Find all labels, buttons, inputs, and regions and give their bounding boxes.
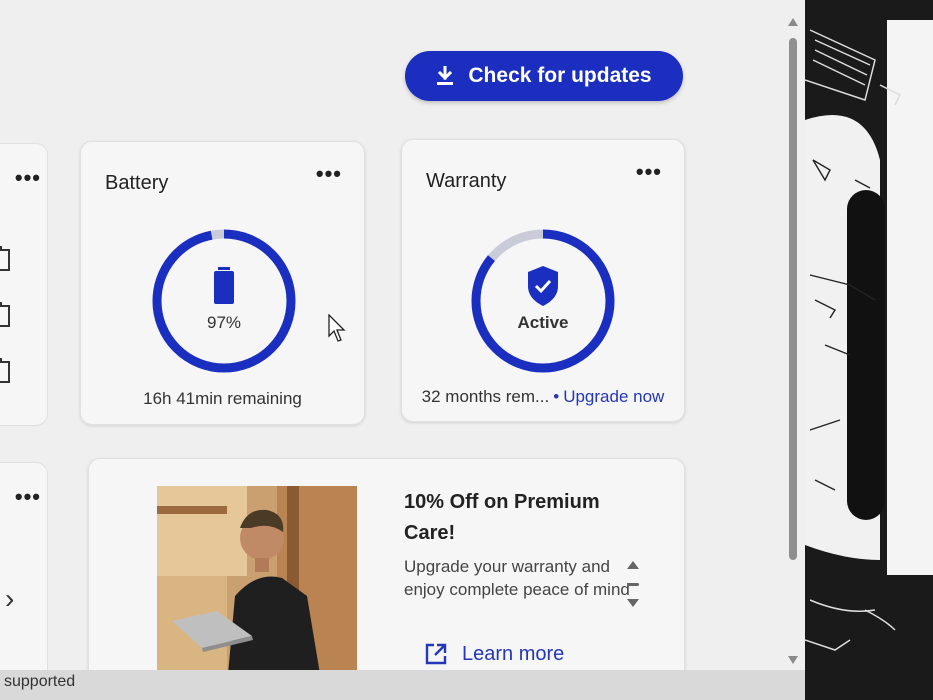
more-options-icon[interactable]: ••• — [15, 167, 41, 189]
battery-card: Battery ••• 97% 16h 41min remaining — [80, 141, 365, 425]
arrow-down-icon[interactable] — [627, 599, 639, 607]
warranty-gauge: Active — [468, 226, 618, 376]
learn-more-link[interactable]: Learn more — [424, 642, 564, 666]
battery-gauge: 97% — [149, 226, 299, 376]
learn-more-label: Learn more — [462, 642, 565, 665]
background-diagram — [804, 20, 933, 651]
check-for-updates-button[interactable]: Check for updates — [405, 51, 683, 101]
promo-photo — [157, 486, 357, 670]
warranty-status: Active — [517, 313, 569, 332]
status-bar: supported — [0, 670, 805, 700]
partial-card-left-bottom: ••• › — [0, 462, 48, 670]
shield-check-icon — [528, 266, 558, 306]
battery-remaining: 16h 41min remaining — [143, 389, 302, 408]
scroll-down-icon[interactable] — [788, 656, 798, 664]
battery-title: Battery — [105, 172, 169, 194]
warranty-title: Warranty — [426, 170, 507, 192]
chevron-right-icon[interactable]: › — [5, 583, 14, 615]
scrollbar-thumb[interactable] — [789, 38, 797, 560]
check-for-updates-label: Check for updates — [468, 64, 652, 87]
mouse-cursor-icon — [328, 314, 346, 342]
warranty-separator: • — [553, 387, 560, 406]
promo-body: Upgrade your warranty and enjoy complete… — [404, 557, 630, 599]
warranty-card: Warranty ••• Active 32 months rem... • Upg… — [401, 139, 685, 422]
pager-dot — [627, 583, 639, 586]
promo-pager[interactable] — [626, 559, 640, 611]
vertical-scrollbar[interactable] — [786, 16, 800, 670]
scroll-up-icon[interactable] — [788, 18, 798, 26]
device-icon — [0, 246, 10, 383]
battery-icon — [214, 267, 234, 304]
warranty-footer: 32 months rem... • Upgrade now — [402, 387, 684, 407]
warranty-more-options-icon[interactable]: ••• — [636, 161, 662, 183]
more-options-icon[interactable]: ••• — [15, 486, 41, 508]
partial-card-left-top: ••• — [0, 143, 48, 426]
battery-more-options-icon[interactable]: ••• — [316, 163, 342, 185]
upgrade-now-link[interactable]: Upgrade now — [563, 387, 664, 406]
app-window: Check for updates ••• ••• › Battery ••• — [0, 0, 805, 670]
battery-percent: 97% — [206, 313, 242, 332]
arrow-up-icon[interactable] — [627, 561, 639, 569]
external-link-icon — [425, 643, 447, 665]
status-text: supported — [4, 673, 76, 690]
background-window — [804, 0, 933, 700]
download-icon — [437, 66, 454, 85]
warranty-remaining: 32 months rem... — [421, 387, 550, 406]
promo-title: 10% Off on Premium Care! — [404, 491, 600, 544]
promo-card: 10% Off on Premium Care! Upgrade your wa… — [88, 458, 685, 670]
